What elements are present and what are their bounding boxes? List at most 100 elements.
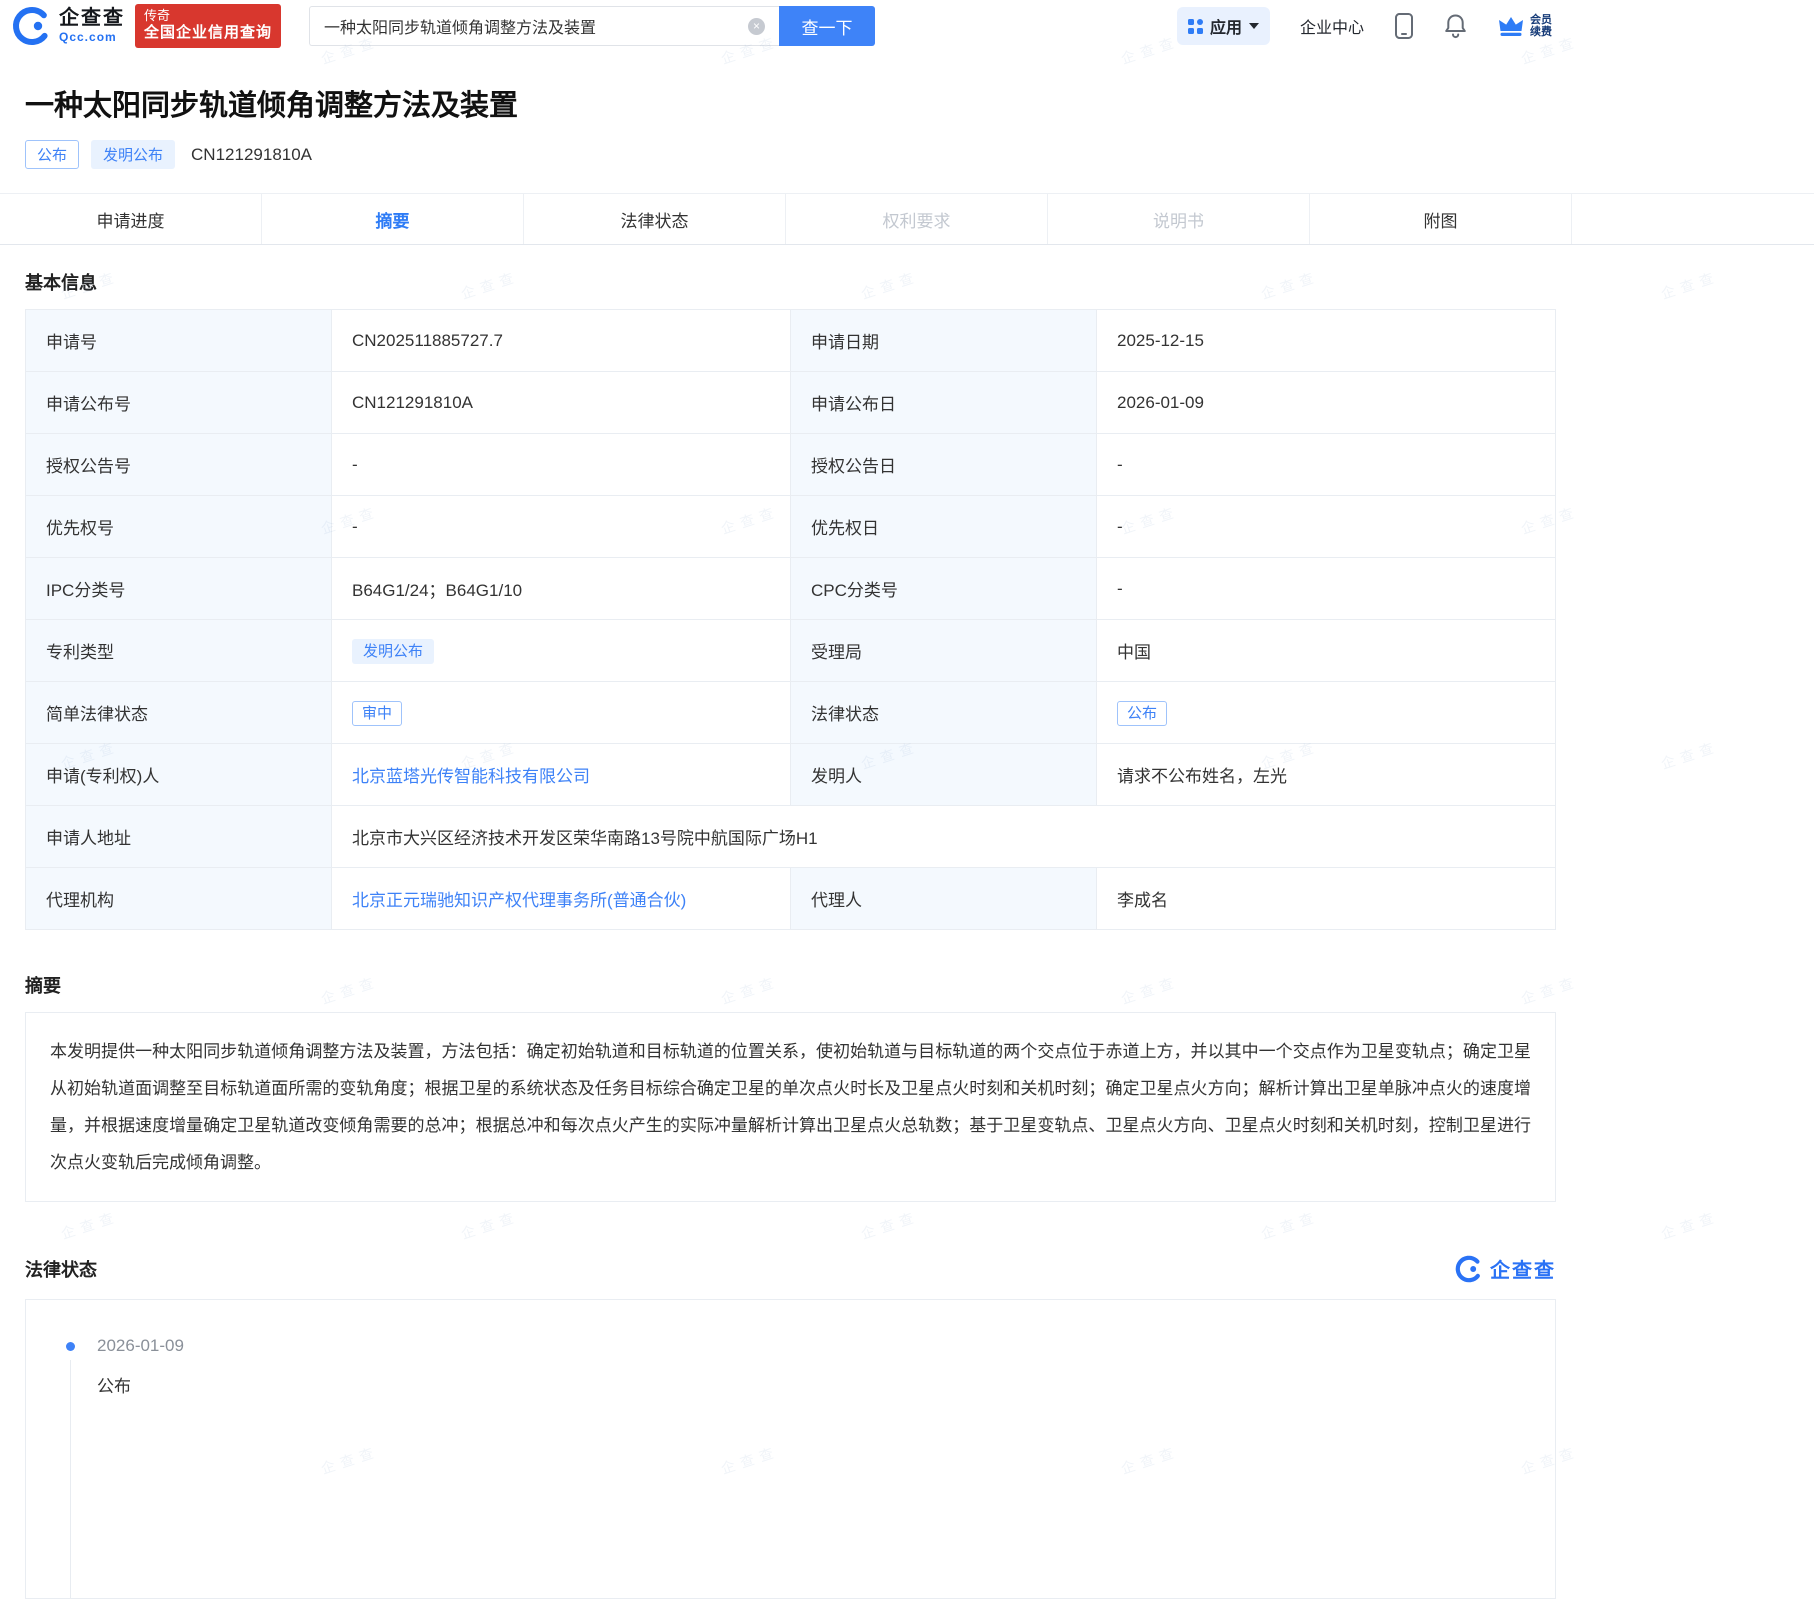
- info-label: 授权公告日: [790, 433, 1097, 496]
- logo-title: 企查查: [59, 7, 125, 29]
- info-label: 代理人: [790, 867, 1097, 930]
- tab-bar-filler: [1572, 194, 1814, 244]
- watermark-text: 企查查: [58, 1208, 122, 1242]
- logo-text: 企查查 Qcc.com: [59, 8, 125, 44]
- watermark-text: 企查查: [458, 1208, 522, 1242]
- info-label: 简单法律状态: [25, 681, 332, 744]
- info-value: CN202511885727.7: [331, 309, 791, 372]
- info-value: 李成名: [1096, 867, 1556, 930]
- vip-renew-button[interactable]: 会员 续费: [1497, 14, 1552, 38]
- tab-法律状态[interactable]: 法律状态: [524, 194, 786, 244]
- tab-权利要求: 权利要求: [786, 194, 1048, 244]
- tab-说明书: 说明书: [1048, 194, 1310, 244]
- logo-domain: Qcc.com: [59, 30, 117, 44]
- info-label: 申请人地址: [25, 805, 332, 868]
- entity-link[interactable]: 北京正元瑞驰知识产权代理事务所(普通合伙): [352, 891, 686, 910]
- info-value: 请求不公布姓名，左光: [1096, 743, 1556, 806]
- qcc-brand-icon: [1455, 1255, 1483, 1282]
- qcc-brand-logo: 企查查: [1455, 1254, 1556, 1283]
- type-tag: 发明公布: [91, 140, 176, 169]
- status-tag: 公布: [1117, 701, 1168, 726]
- info-row: 专利类型 发明公布 受理局 中国: [25, 619, 1556, 682]
- info-row: 代理机构 北京正元瑞驰知识产权代理事务所(普通合伙) 代理人 李成名: [25, 867, 1556, 930]
- info-label: 申请(专利权)人: [25, 743, 332, 806]
- entity-link[interactable]: 北京蓝塔光传智能科技有限公司: [352, 767, 590, 786]
- info-value: CN121291810A: [331, 371, 791, 434]
- page-title: 一种太阳同步轨道倾角调整方法及装置: [25, 90, 519, 122]
- info-row: 优先权号 - 优先权日 -: [25, 495, 1556, 558]
- qcc-logo-icon: [13, 7, 51, 45]
- vip-line2: 续费: [1530, 26, 1552, 38]
- notification-bell-icon[interactable]: [1444, 13, 1467, 39]
- tab-附图[interactable]: 附图: [1310, 194, 1572, 244]
- info-row: IPC分类号 B64G1/24；B64G1/10 CPC分类号 -: [25, 557, 1556, 620]
- legal-status-section: 法律状态 企查查 2026-01-09 公布: [25, 1254, 1556, 1600]
- timeline-dot-icon: [66, 1342, 75, 1352]
- vip-line1: 会员: [1530, 14, 1552, 26]
- timeline-line: [70, 1360, 71, 1599]
- timeline-status: 公布: [97, 1377, 131, 1397]
- basic-info-table: 申请号 CN202511885727.7 申请日期 2025-12-15 申请公布号 CN…: [25, 309, 1556, 930]
- watermark-text: 企查查: [1658, 268, 1722, 302]
- info-value: 发明公布: [331, 619, 791, 682]
- search-button[interactable]: 查一下: [779, 6, 876, 46]
- info-label: 优先权号: [25, 495, 332, 558]
- slogan-line1: 传奇: [144, 8, 171, 23]
- clear-icon[interactable]: [748, 18, 766, 35]
- title-block: 一种太阳同步轨道倾角调整方法及装置 公布 发明公布 CN121291810A: [0, 52, 1814, 169]
- info-value: -: [1096, 557, 1556, 620]
- info-row: 申请人地址 北京市大兴区经济技术开发区荣华南路13号院中航国际广场H1: [25, 805, 1556, 868]
- watermark-text: 企查查: [1658, 1208, 1722, 1242]
- info-row: 授权公告号 - 授权公告日 -: [25, 433, 1556, 496]
- status-tag: 公布: [25, 140, 80, 169]
- search-bar: 查一下: [309, 6, 876, 46]
- tab-摘要[interactable]: 摘要: [262, 194, 524, 244]
- abstract-title: 摘要: [25, 976, 61, 996]
- info-label: 受理局: [790, 619, 1097, 682]
- publication-number: CN121291810A: [191, 144, 313, 164]
- info-label: CPC分类号: [790, 557, 1097, 620]
- slogan-badge: 传奇 全国企业信用查询: [135, 4, 282, 48]
- info-value: 公布: [1096, 681, 1556, 744]
- legal-status-header: 法律状态 企查查: [25, 1254, 1556, 1283]
- info-label: 申请日期: [790, 309, 1097, 372]
- basic-info-title: 基本信息: [25, 273, 97, 293]
- tab-申请进度[interactable]: 申请进度: [0, 194, 262, 244]
- info-value: 北京正元瑞驰知识产权代理事务所(普通合伙): [331, 867, 791, 930]
- tab-bar: 申请进度 摘要 法律状态 权利要求 说明书 附图: [0, 193, 1814, 245]
- info-label: 专利类型: [25, 619, 332, 682]
- info-row: 申请公布号 CN121291810A 申请公布日 2026-01-09: [25, 371, 1556, 434]
- crown-icon: [1499, 17, 1523, 36]
- watermark-text: 企查查: [858, 1208, 922, 1242]
- info-label: 申请公布号: [25, 371, 332, 434]
- info-value: 北京蓝塔光传智能科技有限公司: [331, 743, 791, 806]
- watermark-text: 企查查: [1658, 738, 1722, 772]
- info-label: IPC分类号: [25, 557, 332, 620]
- info-value: -: [1096, 495, 1556, 558]
- info-value: 2025-12-15: [1096, 309, 1556, 372]
- qcc-brand-text: 企查查: [1490, 1260, 1556, 1283]
- apps-dropdown[interactable]: 应用: [1176, 7, 1270, 45]
- info-value: -: [331, 433, 791, 496]
- apps-grid-icon: [1187, 18, 1203, 34]
- page: 企查查 Qcc.com 传奇 全国企业信用查询 查一下 应用: [0, 0, 1814, 1600]
- info-row: 申请(专利权)人 北京蓝塔光传智能科技有限公司 发明人 请求不公布姓名，左光: [25, 743, 1556, 806]
- tag-row: 公布 发明公布 CN121291810A: [25, 140, 1552, 169]
- info-value: B64G1/24；B64G1/10: [331, 557, 791, 620]
- legal-status-title: 法律状态: [25, 1259, 97, 1280]
- info-row: 简单法律状态 审中 法律状态 公布: [25, 681, 1556, 744]
- info-label: 法律状态: [790, 681, 1097, 744]
- abstract-section: 摘要 本发明提供一种太阳同步轨道倾角调整方法及装置，方法包括：确定初始轨道和目标…: [25, 972, 1556, 1203]
- mobile-app-icon[interactable]: [1394, 12, 1414, 40]
- enterprise-center-link[interactable]: 企业中心: [1300, 14, 1364, 38]
- search-input[interactable]: [309, 6, 780, 46]
- qcc-logo[interactable]: 企查查 Qcc.com: [12, 6, 125, 46]
- vip-text: 会员 续费: [1530, 14, 1552, 38]
- info-value: 中国: [1096, 619, 1556, 682]
- timeline-date: 2026-01-09: [97, 1336, 184, 1356]
- legal-status-timeline: 2026-01-09 公布: [25, 1299, 1556, 1600]
- info-row: 申请号 CN202511885727.7 申请日期 2025-12-15: [25, 309, 1556, 372]
- basic-info-section: 基本信息 申请号 CN202511885727.7 申请日期 2025-12-15 申请…: [25, 269, 1556, 930]
- info-label: 优先权日: [790, 495, 1097, 558]
- info-value: -: [331, 495, 791, 558]
